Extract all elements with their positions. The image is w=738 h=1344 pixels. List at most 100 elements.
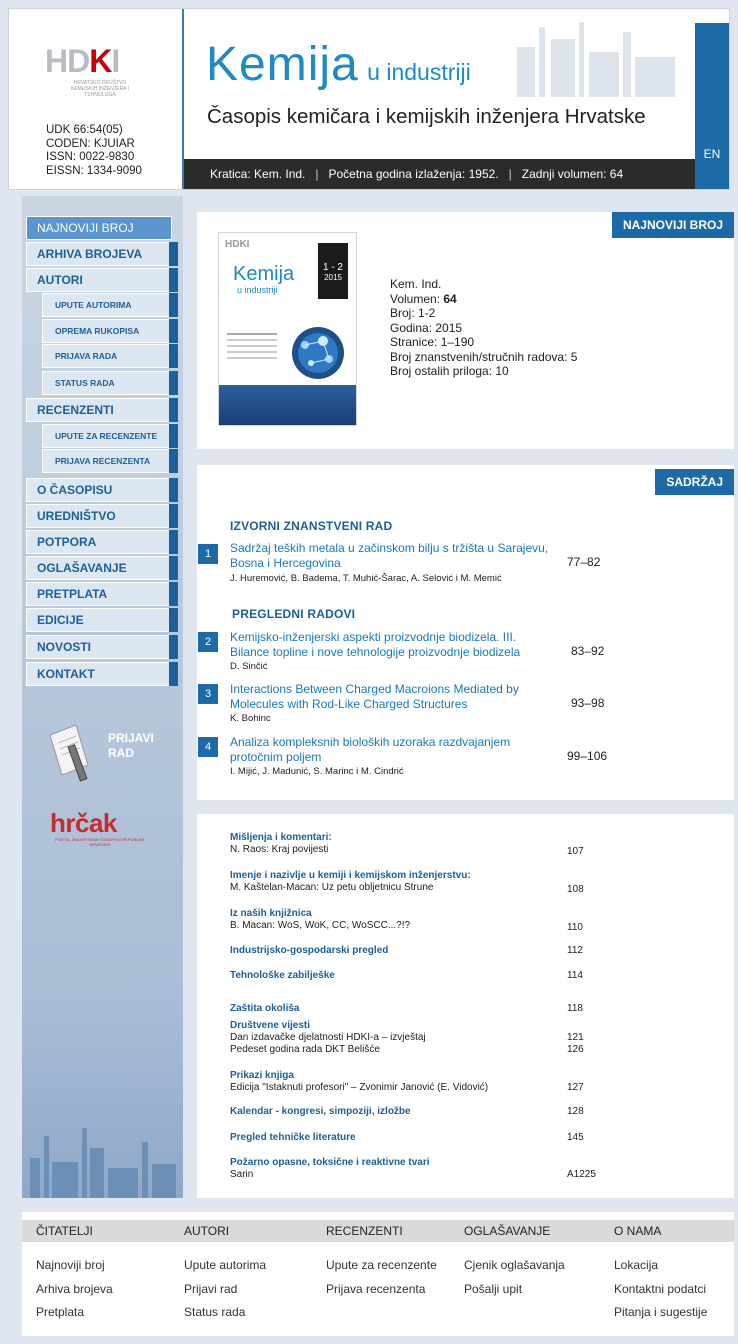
sidebar-item-potpora[interactable]: POTPORA [26, 530, 178, 554]
misc-page: 145 [567, 1132, 584, 1143]
footer-link[interactable]: Pitanja i sugestije [614, 1305, 707, 1319]
submit-paper-label: PRIJAVI RAD [108, 731, 154, 761]
footer-link[interactable]: Pošalji upit [464, 1282, 522, 1296]
article-title-link[interactable]: Analiza kompleksnih bioloških uzoraka ra… [230, 735, 530, 765]
sidebar-item-arhiva-brojeva[interactable]: ARHIVA BROJEVA [26, 242, 178, 266]
misc-section-link[interactable]: Zaštita okoliša [230, 1003, 720, 1015]
article-number: 3 [198, 684, 218, 704]
footer-link[interactable]: Kontaktni podatci [614, 1282, 706, 1296]
sidebar-subitem-status-rada[interactable]: STATUS RADA [42, 371, 178, 395]
issue-other-count: Broj ostalih priloga: 10 [390, 364, 509, 378]
footer-link[interactable]: Najnoviji broj [36, 1258, 105, 1272]
sidebar-item-najnoviji-broj[interactable]: NAJNOVIJI BROJ [26, 216, 172, 240]
article-title-link[interactable]: Interactions Between Charged Macroions M… [230, 682, 530, 712]
hdki-logo-mark: HDKI [45, 43, 120, 79]
misc-item: Zaštita okoliša 118 [230, 1003, 720, 1015]
hdki-logo[interactable]: HDKI HRVATSKO DRUŠTVO KEMIJSKIH INŽENJER… [45, 45, 135, 98]
footer-heading: RECENZENTI [326, 1224, 403, 1238]
footer-heading: OGLAŠAVANJE [464, 1224, 551, 1238]
sidebar-item-urednistvo[interactable]: UREDNIŠTVO [26, 504, 178, 528]
submit-paper-label-line2: RAD [108, 746, 134, 760]
misc-item: Požarno opasne, toksične i reaktivne tva… [230, 1157, 720, 1181]
sidebar-item-kontakt[interactable]: KONTAKT [26, 662, 178, 686]
language-en-button[interactable]: EN [695, 23, 729, 189]
sidebar-item-recenzenti[interactable]: RECENZENTI [26, 398, 178, 422]
footer-heading: O NAMA [614, 1224, 662, 1238]
title-column: Kemija u industriji Časopis kemičara i k… [184, 9, 697, 189]
sidebar-item-o-casopisu[interactable]: O ČASOPISU [26, 478, 178, 502]
hrcak-logo-link[interactable]: hrčak PORTAL ZNANSTVENIH ČASOPISA REPUBL… [50, 808, 150, 847]
footer-link[interactable]: Arhiva brojeva [36, 1282, 113, 1296]
latest-issue-panel: NAJNOVIJI BROJ HDKI 1 - 2 2015 Kemija u … [197, 212, 734, 449]
submit-paper-button[interactable]: PRIJAVI RAD [42, 721, 172, 785]
misc-page: A1225 [567, 1169, 596, 1180]
sidebar-subitem-prijava-recenzenta[interactable]: PRIJAVA RECENZENTA [42, 449, 178, 473]
misc-page: 114 [567, 970, 583, 981]
sidebar-subitem-oprema-rukopisa[interactable]: OPREMA RUKOPISA [42, 319, 178, 343]
sidebar-nav: NAJNOVIJI BROJ ARHIVA BROJEVA AUTORI UPU… [22, 196, 183, 1198]
cover-bottom-band [219, 385, 356, 425]
misc-item: Industrijsko-gospodarski pregled 112 [230, 945, 720, 957]
article-authors: K. Bohinc [230, 713, 271, 724]
cover-hdki-logo: HDKI [225, 239, 250, 250]
footer-link[interactable]: Cjenik oglašavanja [464, 1258, 565, 1272]
cover-issue-year: 2015 [324, 273, 342, 282]
sidebar-item-oglasavanje[interactable]: OGLAŠAVANJE [26, 556, 178, 580]
misc-entry: N. Raos: Kraj povijesti [230, 844, 329, 855]
misc-section-link[interactable]: Iz naših knjižnica [230, 908, 720, 920]
factory-silhouette-illustration [30, 1128, 176, 1198]
journal-info-bar: Kratica: Kem. Ind. | Početna godina izlaže… [184, 159, 697, 189]
issue-cover-image[interactable]: HDKI 1 - 2 2015 Kemija u industriji [218, 232, 357, 426]
info-last-volume: Zadnji volumen: 64 [521, 167, 624, 181]
misc-section-link[interactable]: Mišljenja i komentari: [230, 832, 720, 844]
footer-link[interactable]: Upute za recenzente [326, 1258, 437, 1272]
cover-issue-number: 1 - 2 [322, 262, 343, 273]
sidebar-item-edicije[interactable]: EDICIJE [26, 608, 178, 632]
issn-code: ISSN: 0022-9830 [46, 151, 135, 163]
misc-section-link[interactable]: Prikazi knjiga [230, 1070, 720, 1082]
udk-code: UDK 66:54(05) [46, 124, 123, 136]
footer-link[interactable]: Prijavi rad [184, 1282, 237, 1296]
article-number: 1 [198, 544, 218, 564]
issue-stranice: Stranice: 1–190 [390, 335, 475, 349]
footer-link[interactable]: Prijava recenzenta [326, 1282, 425, 1296]
footer-heading: ČITATELJI [36, 1224, 93, 1238]
misc-section-link[interactable]: Požarno opasne, toksične i reaktivne tva… [230, 1157, 720, 1169]
misc-section-link[interactable]: Kalendar - kongresi, simpoziji, izložbe [230, 1106, 720, 1118]
article-title-link[interactable]: Sadržaj teških metala u začinskom bilju … [230, 541, 560, 571]
misc-item: Tehnološke zabilješke 114 [230, 970, 720, 982]
footer-link[interactable]: Upute autorima [184, 1258, 266, 1272]
article-number: 2 [198, 632, 218, 652]
misc-section-link[interactable]: Društvene vijesti [230, 1020, 720, 1032]
misc-item: Imenje i nazivlje u kemiji i kemijskom i… [230, 870, 720, 895]
industry-skyline-illustration [517, 22, 675, 97]
misc-section-link[interactable]: Pregled tehničke literature [230, 1132, 720, 1144]
sidebar-subitem-upute-za-recenzente[interactable]: UPUTE ZA RECENZENTE [42, 424, 178, 448]
misc-section-link[interactable]: Imenje i nazivlje u kemiji i kemijskom i… [230, 870, 720, 882]
misc-page: 110 [567, 922, 583, 933]
misc-page: 108 [567, 884, 584, 895]
sidebar-item-autori[interactable]: AUTORI [26, 268, 178, 292]
section-heading-original-research: IZVORNI ZNANSTVENI RAD [230, 519, 393, 533]
issue-broj: Broj: 1-2 [390, 306, 436, 320]
misc-page: 107 [567, 846, 584, 857]
footer-link[interactable]: Status rada [184, 1305, 245, 1319]
footer-link[interactable]: Pretplata [36, 1305, 84, 1319]
misc-section-link[interactable]: Tehnološke zabilješke [230, 970, 720, 982]
issue-godina: Godina: 2015 [390, 320, 463, 335]
site-footer: ČITATELJI Najnoviji broj Arhiva brojeva … [22, 1212, 734, 1336]
journal-identifiers: UDK 66:54(05) CODEN: KJUIAR ISSN: 0022-9… [46, 124, 142, 178]
misc-section-link[interactable]: Industrijsko-gospodarski pregled [230, 945, 720, 957]
misc-page: 126 [567, 1044, 584, 1055]
misc-entry: M. Kaštelan-Macan: Uz petu obljetnicu St… [230, 882, 434, 893]
sidebar-subitem-upute-autorima[interactable]: UPUTE AUTORIMA [42, 293, 178, 317]
sidebar-item-novosti[interactable]: NOVOSTI [26, 635, 178, 659]
issue-scientific-count: Broj znanstvenih/stručnih radova: 5 [390, 349, 578, 364]
sidebar-item-pretplata[interactable]: PRETPLATA [26, 582, 178, 606]
article-title-link[interactable]: Kemijsko-inženjerski aspekti proizvodnje… [230, 630, 550, 660]
latest-issue-tag: NAJNOVIJI BROJ [611, 212, 734, 238]
misc-item: Mišljenja i komentari: N. Raos: Kraj pov… [230, 832, 720, 857]
sidebar-subitem-prijava-rada[interactable]: PRIJAVA RADA [42, 344, 178, 368]
misc-entry: Edicija "Istaknuti profesori" – Zvonimir… [230, 1082, 489, 1093]
footer-link[interactable]: Lokacija [614, 1258, 658, 1272]
